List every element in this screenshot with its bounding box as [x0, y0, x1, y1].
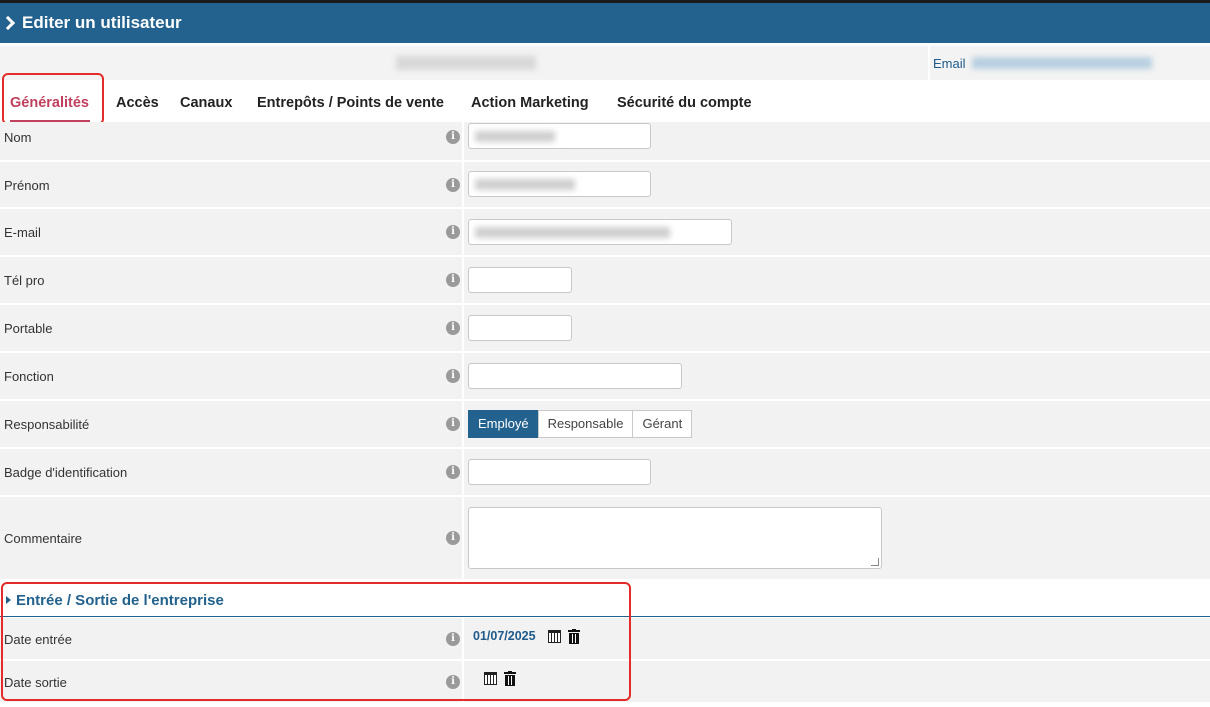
nom-input[interactable]: [468, 123, 651, 149]
info-icon[interactable]: i: [446, 369, 460, 383]
email-input[interactable]: [468, 219, 732, 245]
tab-entrepots[interactable]: Entrepôts / Points de vente: [257, 95, 444, 111]
tab-bar: Généralités Accès Canaux Entrepôts / Poi…: [0, 86, 1210, 122]
row-responsabilite: Responsabilité i Employé Responsable Gér…: [0, 401, 1210, 447]
option-gerant[interactable]: Gérant: [632, 410, 693, 438]
commentaire-textarea[interactable]: [468, 507, 882, 569]
label-portable: Portable: [4, 321, 53, 336]
info-divider: [928, 46, 930, 80]
tab-securite[interactable]: Sécurité du compte: [617, 95, 752, 111]
user-info-bar: Email: [0, 46, 1210, 80]
row-prenom: Prénom i: [0, 162, 1210, 207]
label-commentaire: Commentaire: [4, 531, 83, 546]
info-icon[interactable]: i: [446, 465, 460, 479]
label-nom: Nom: [4, 130, 32, 145]
label-fonction: Fonction: [4, 369, 54, 384]
row-commentaire: Commentaire i: [0, 497, 1210, 579]
tab-acces[interactable]: Accès: [116, 95, 159, 111]
email-label: Email: [933, 56, 966, 71]
fonction-input[interactable]: [468, 363, 682, 389]
badge-input[interactable]: [468, 459, 651, 485]
info-icon[interactable]: i: [446, 417, 460, 431]
user-name-redacted: [396, 56, 536, 70]
info-icon[interactable]: i: [446, 531, 460, 545]
info-icon[interactable]: i: [446, 273, 460, 287]
chevron-right-icon: [0, 15, 16, 31]
resize-handle-icon[interactable]: [871, 558, 879, 566]
responsabilite-toggle: Employé Responsable Gérant: [468, 410, 693, 438]
row-tel-pro: Tél pro i: [0, 257, 1210, 303]
option-employe[interactable]: Employé: [468, 410, 539, 438]
tab-canaux[interactable]: Canaux: [180, 95, 232, 111]
row-portable: Portable i: [0, 305, 1210, 351]
info-icon[interactable]: i: [446, 178, 460, 192]
label-badge: Badge d'identification: [4, 465, 128, 480]
label-tel-pro: Tél pro: [4, 273, 45, 288]
title-bar: Editer un utilisateur: [0, 0, 1210, 43]
row-badge: Badge d'identification i: [0, 449, 1210, 495]
info-icon[interactable]: i: [446, 321, 460, 335]
prenom-input[interactable]: [468, 171, 651, 197]
label-email: E-mail: [4, 225, 41, 240]
label-responsabilite: Responsabilité: [4, 417, 90, 432]
row-fonction: Fonction i: [0, 353, 1210, 399]
row-email: E-mail i: [0, 209, 1210, 255]
tel-pro-input[interactable]: [468, 267, 572, 293]
row-nom: Nom i: [0, 122, 1210, 160]
portable-input[interactable]: [468, 315, 572, 341]
info-icon[interactable]: i: [446, 130, 460, 144]
tab-action-marketing[interactable]: Action Marketing: [471, 95, 589, 111]
page-title: Editer un utilisateur: [22, 13, 182, 32]
info-icon[interactable]: i: [446, 225, 460, 239]
option-responsable[interactable]: Responsable: [537, 410, 634, 438]
label-prenom: Prénom: [4, 178, 50, 193]
email-value-redacted[interactable]: [972, 57, 1152, 69]
highlight-box-tab: [2, 73, 104, 125]
highlight-box-section: [1, 582, 631, 701]
